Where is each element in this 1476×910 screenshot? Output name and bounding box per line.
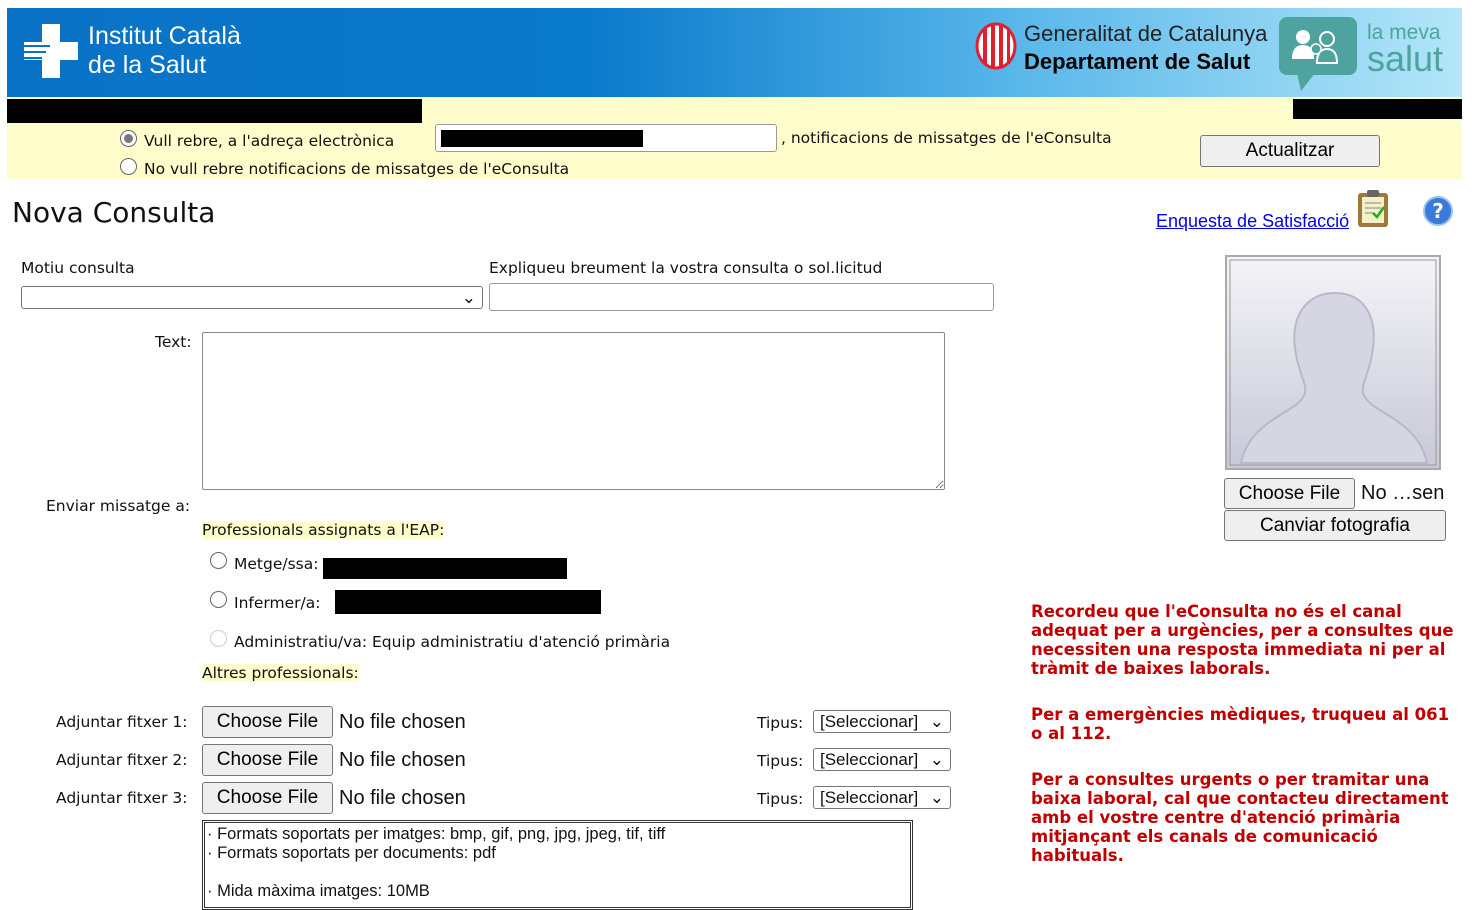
la-meva-salut-icon <box>1279 17 1357 91</box>
change-photo-button[interactable]: Canviar fotografia <box>1224 510 1446 541</box>
redacted-info <box>1293 99 1462 119</box>
page-title: Nova Consulta <box>12 196 216 229</box>
ics-logo-text: Institut Català de la Salut <box>88 22 241 79</box>
generalitat-logo <box>975 22 1017 70</box>
send-to-label: Enviar missatge a: <box>46 497 191 515</box>
chevron-down-icon: ⌄ <box>461 287 476 307</box>
warning-text: Per a consultes urgents o per tramitar u… <box>1031 770 1449 865</box>
recipient-nurse-label: Infermer/a: <box>234 594 321 612</box>
motiu-label: Motiu consulta <box>21 259 135 277</box>
type-label: Tipus: <box>757 752 804 770</box>
recipient-doctor-radio[interactable] <box>210 552 227 569</box>
choose-file-button[interactable]: Choose File <box>202 782 333 814</box>
photo-file-status: No …sen <box>1361 482 1445 504</box>
photo-choose-file-button[interactable]: Choose File <box>1224 478 1355 509</box>
type-select[interactable]: [Seleccionar] ⌄ <box>813 748 951 771</box>
warning-text: Recordeu que l'eConsulta no és el canal … <box>1031 602 1454 678</box>
attachment-label: Adjuntar fitxer 2: <box>56 751 188 769</box>
text-area[interactable] <box>202 332 945 490</box>
notify-yes-radio[interactable] <box>120 130 137 147</box>
recipient-nurse-radio[interactable] <box>210 591 227 608</box>
la-meva-salut-text: la meva salut <box>1367 21 1444 79</box>
profile-photo-placeholder <box>1225 255 1441 470</box>
choose-file-button[interactable]: Choose File <box>202 706 333 738</box>
ics-cross-logo <box>24 24 78 78</box>
warning-text: Per a emergències mèdiques, truqueu al 0… <box>1031 705 1450 743</box>
redacted-email <box>441 130 643 147</box>
file-status: No file chosen <box>339 749 466 771</box>
explain-label: Expliqueu breument la vostra consulta o … <box>489 259 883 277</box>
redacted-user-name <box>7 99 422 123</box>
notify-no-label: No vull rebre notificacions de missatges… <box>144 160 570 178</box>
generalitat-text: Generalitat de Catalunya Departament de S… <box>1024 21 1268 74</box>
type-label: Tipus: <box>757 790 804 808</box>
type-select[interactable]: [Seleccionar] ⌄ <box>813 786 951 809</box>
file-format-info: · Formats soportats per imatges: bmp, gi… <box>202 820 913 910</box>
type-select[interactable]: [Seleccionar] ⌄ <box>813 710 951 733</box>
recipient-admin-radio <box>210 630 227 647</box>
survey-link[interactable]: Enquesta de Satisfacció <box>1156 211 1349 232</box>
assigned-heading: Professionals assignats a l'EAP: <box>202 521 445 539</box>
attachment-label: Adjuntar fitxer 3: <box>56 789 188 807</box>
chevron-down-icon: ⌄ <box>929 711 944 731</box>
file-status: No file chosen <box>339 711 466 733</box>
chevron-down-icon: ⌄ <box>929 787 944 807</box>
recipient-doctor-label: Metge/ssa: <box>234 555 319 573</box>
chevron-down-icon: ⌄ <box>929 749 944 769</box>
explain-input[interactable] <box>489 283 994 311</box>
redacted-doctor-name <box>323 558 567 579</box>
clipboard-icon[interactable] <box>1356 189 1390 229</box>
redacted-nurse-name <box>335 590 601 614</box>
choose-file-button[interactable]: Choose File <box>202 744 333 776</box>
help-icon[interactable]: ? <box>1423 196 1453 228</box>
attachment-label: Adjuntar fitxer 1: <box>56 713 188 731</box>
motiu-select[interactable]: ⌄ <box>21 286 483 309</box>
update-button[interactable]: Actualitzar <box>1200 135 1380 167</box>
notify-yes-label: Vull rebre, a l'adreça electrònica <box>144 132 395 150</box>
text-label: Text: <box>155 333 192 351</box>
notify-yes-suffix: , notificacions de missatges de l'eConsu… <box>781 129 1112 147</box>
type-label: Tipus: <box>757 714 804 732</box>
svg-text:?: ? <box>1432 199 1444 223</box>
notify-no-radio[interactable] <box>120 158 137 175</box>
recipient-admin-label: Administratiu/va: Equip administratiu d'… <box>234 633 671 651</box>
file-status: No file chosen <box>339 787 466 809</box>
others-heading: Altres professionals: <box>202 664 359 682</box>
